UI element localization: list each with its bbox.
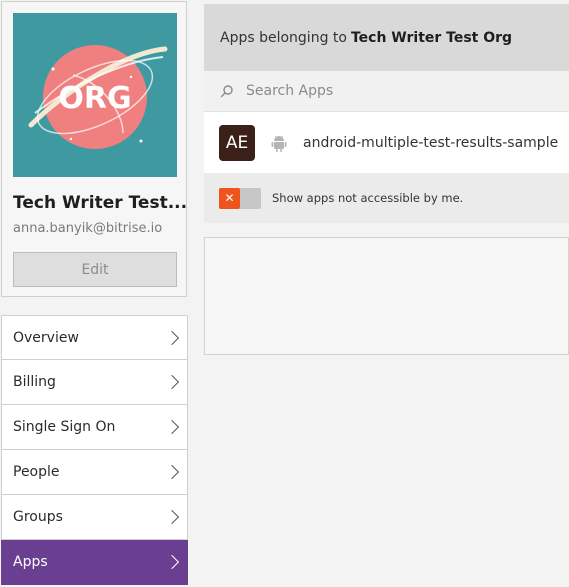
nav-item-label: Overview — [13, 329, 79, 346]
android-icon — [271, 135, 287, 152]
avatar-text: ORG — [58, 81, 131, 116]
nav-item-label: Billing — [13, 374, 56, 390]
org-email: anna.banyik@bitrise.io — [13, 221, 163, 236]
nav-item-overview[interactable]: Overview — [1, 315, 188, 360]
nav-item-label: Single Sign On — [13, 419, 116, 435]
org-logo-icon: ORG — [28, 45, 168, 149]
nav-item-people[interactable]: People — [1, 450, 188, 495]
chevron-right-icon — [164, 330, 180, 345]
edit-button[interactable]: Edit — [13, 252, 177, 287]
nav-item-label: People — [13, 464, 60, 480]
chevron-right-icon — [164, 509, 180, 525]
apps-header: Apps belonging to Tech Writer Test Org — [204, 4, 569, 71]
nav-item-label: Groups — [13, 509, 63, 525]
org-avatar: ORG — [13, 13, 177, 177]
chevron-right-icon — [164, 374, 180, 390]
search-bar — [204, 71, 569, 112]
org-name: Tech Writer Test... — [13, 193, 188, 213]
app-badge: AE — [219, 124, 255, 161]
chevron-right-icon — [164, 419, 180, 435]
empty-panel — [204, 237, 569, 355]
app-list-item[interactable]: AE android-multiple-test-results-sample — [204, 112, 569, 173]
chevron-right-icon — [164, 464, 180, 480]
search-input[interactable] — [244, 82, 548, 100]
show-inaccessible-apps-row: ✕ Show apps not accessible by me. — [204, 173, 569, 223]
org-profile-card: ORG Tech Writer Test... anna.banyik@bitr… — [1, 1, 187, 297]
nav-item-apps[interactable]: Apps — [1, 540, 188, 585]
app-name[interactable]: android-multiple-test-results-sample — [303, 135, 558, 151]
search-icon — [220, 85, 233, 98]
nav-item-groups[interactable]: Groups — [1, 495, 188, 540]
nav-item-single-sign-on[interactable]: Single Sign On — [1, 405, 188, 450]
nav-item-billing[interactable]: Billing — [1, 360, 188, 405]
nav-item-label: Apps — [13, 554, 48, 570]
apps-header-prefix: Apps belonging to — [220, 29, 347, 46]
chevron-right-icon — [164, 554, 180, 570]
settings-nav: Overview Billing Single Sign On People G… — [1, 315, 188, 585]
apps-header-org: Tech Writer Test Org — [350, 29, 513, 46]
close-icon: ✕ — [219, 187, 240, 209]
show-inaccessible-apps-toggle[interactable]: ✕ — [219, 187, 261, 209]
toggle-label: Show apps not accessible by me. — [272, 191, 464, 205]
